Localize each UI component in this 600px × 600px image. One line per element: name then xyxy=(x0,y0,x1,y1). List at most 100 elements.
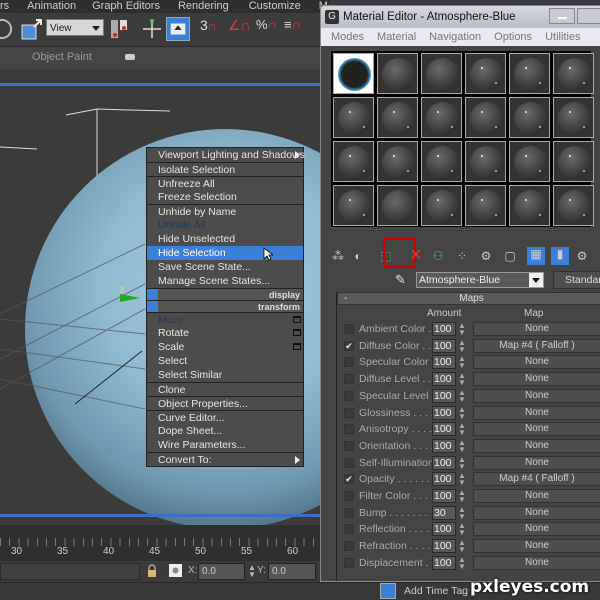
map-amount-field[interactable]: 100 xyxy=(432,338,456,353)
go-forward-to-sibling-icon[interactable]: ⚙ xyxy=(575,249,589,263)
x-spinner[interactable]: ▲ ▼ xyxy=(248,564,256,579)
amount-spinner[interactable]: ▲ ▼ xyxy=(458,555,466,570)
map-slot-button[interactable]: None xyxy=(473,438,600,453)
material-slot[interactable] xyxy=(333,97,374,138)
settings-box-icon[interactable] xyxy=(293,316,301,323)
menu-item[interactable]: rs xyxy=(0,0,17,13)
select-manipulate-icon[interactable] xyxy=(140,17,164,41)
material-slot[interactable] xyxy=(465,141,506,182)
map-amount-field[interactable]: 100 xyxy=(432,455,456,470)
menu-navigation[interactable]: Navigation xyxy=(429,28,481,46)
amount-spinner[interactable]: ▲ ▼ xyxy=(458,422,466,437)
show-end-result-icon[interactable]: ▦ xyxy=(527,247,545,265)
material-slot[interactable] xyxy=(377,53,418,94)
map-enable-checkbox[interactable] xyxy=(344,524,354,535)
menu-utilities[interactable]: Utilities xyxy=(545,28,580,46)
material-slot[interactable] xyxy=(465,53,506,94)
map-enable-checkbox[interactable] xyxy=(344,357,354,368)
scale-icon[interactable] xyxy=(20,17,44,41)
map-amount-field[interactable]: 100 xyxy=(432,388,456,403)
map-amount-field[interactable]: 100 xyxy=(432,355,456,370)
material-slot[interactable] xyxy=(421,185,462,226)
menu-dope-sheet[interactable]: Dope Sheet... xyxy=(147,424,303,438)
material-slot[interactable] xyxy=(377,141,418,182)
map-slot-button[interactable]: None xyxy=(473,372,600,387)
menu-wire-parameters[interactable]: Wire Parameters... xyxy=(147,438,303,452)
map-amount-field[interactable]: 100 xyxy=(432,405,456,420)
map-enable-checkbox[interactable] xyxy=(344,440,354,451)
reset-map-icon[interactable]: ✕ xyxy=(409,248,423,264)
menu-hide-unselected[interactable]: Hide Unselected xyxy=(147,232,303,246)
material-slot[interactable] xyxy=(465,185,506,226)
keyboard-shortcut-override-button[interactable] xyxy=(166,17,190,41)
maps-rollout-header[interactable]: - Maps xyxy=(337,292,600,305)
material-slot[interactable] xyxy=(377,97,418,138)
menu-rendering[interactable]: Rendering xyxy=(178,0,249,13)
menu-select[interactable]: Select xyxy=(147,354,303,368)
map-amount-field[interactable]: 100 xyxy=(432,555,456,570)
menu-options[interactable]: Options xyxy=(494,28,532,46)
ribbon-dropdown-icon[interactable] xyxy=(125,54,135,60)
menu-rotate[interactable]: Rotate xyxy=(147,326,303,340)
map-slot-button[interactable]: None xyxy=(473,422,600,437)
map-slot-button[interactable]: None xyxy=(473,555,600,570)
amount-spinner[interactable]: ▲ ▼ xyxy=(458,438,466,453)
amount-spinner[interactable]: ▲ ▼ xyxy=(458,355,466,370)
map-slot-button[interactable]: None xyxy=(473,388,600,403)
amount-spinner[interactable]: ▲ ▼ xyxy=(458,338,466,353)
map-enable-checkbox[interactable] xyxy=(344,374,354,385)
map-enable-checkbox[interactable] xyxy=(344,407,354,418)
map-amount-field[interactable]: 100 xyxy=(432,522,456,537)
snap-3d-button[interactable]: 3∩ xyxy=(200,17,224,41)
menu-modes[interactable]: Modes xyxy=(331,28,364,46)
settings-box-icon[interactable] xyxy=(293,329,301,336)
amount-spinner[interactable]: ▲ ▼ xyxy=(458,388,466,403)
map-enable-checkbox[interactable] xyxy=(344,557,354,568)
map-enable-checkbox[interactable] xyxy=(344,507,354,518)
show-map-in-viewport-icon[interactable]: ▢ xyxy=(503,249,517,263)
go-to-parent-icon[interactable]: ▮ xyxy=(551,247,569,265)
material-type-button[interactable]: Standard xyxy=(553,271,600,289)
material-slot[interactable] xyxy=(509,185,550,226)
undo-icon[interactable] xyxy=(0,17,16,41)
menu-isolate-selection[interactable]: Isolate Selection xyxy=(147,162,303,176)
timeline[interactable]: 30 35 40 45 50 55 60 xyxy=(0,525,320,561)
material-slot[interactable] xyxy=(509,53,550,94)
map-amount-field[interactable]: 30 xyxy=(432,505,456,520)
map-enable-checkbox[interactable] xyxy=(344,324,354,334)
map-enable-checkbox[interactable] xyxy=(344,424,354,435)
spinner-snap-button[interactable]: ≡∩ xyxy=(284,17,308,41)
material-slot[interactable] xyxy=(553,53,594,94)
percent-snap-button[interactable]: %∩ xyxy=(256,17,280,41)
map-slot-button[interactable]: None xyxy=(473,539,600,554)
map-enable-checkbox[interactable] xyxy=(344,541,354,552)
amount-spinner[interactable]: ▲ ▼ xyxy=(458,522,466,537)
menu-manage-scene-states[interactable]: Manage Scene States... xyxy=(147,274,303,288)
map-amount-field[interactable]: 100 xyxy=(432,422,456,437)
menu-unhide-by-name[interactable]: Unhide by Name xyxy=(147,204,303,218)
minimize-button[interactable] xyxy=(549,8,575,24)
menu-clone[interactable]: Clone xyxy=(147,382,303,396)
map-slot-button[interactable]: None xyxy=(473,455,600,470)
lock-icon[interactable] xyxy=(147,564,157,578)
put-to-scene-icon[interactable]: ◐ xyxy=(351,249,365,263)
material-slot[interactable] xyxy=(553,141,594,182)
menu-unfreeze-all[interactable]: Unfreeze All xyxy=(147,176,303,190)
material-editor-titlebar[interactable]: G Material Editor - Atmosphere-Blue xyxy=(321,6,600,28)
ribbon-tab-object-paint[interactable]: Object Paint xyxy=(32,51,92,63)
map-enable-checkbox[interactable]: ✔ xyxy=(344,474,354,485)
material-name-field[interactable]: Atmosphere-Blue xyxy=(416,272,544,288)
material-slot[interactable] xyxy=(553,97,594,138)
amount-spinner[interactable]: ▲ ▼ xyxy=(458,539,466,554)
add-time-tag[interactable]: Add Time Tag xyxy=(380,582,470,600)
angle-snap-button[interactable]: ∠∩ xyxy=(228,17,252,41)
map-enable-checkbox[interactable] xyxy=(344,390,354,401)
menu-material[interactable]: Material xyxy=(377,28,416,46)
maximize-button[interactable] xyxy=(577,8,600,24)
map-slot-button[interactable]: Map #4 ( Falloff ) xyxy=(473,472,600,487)
material-slot[interactable] xyxy=(333,141,374,182)
menu-convert-to[interactable]: Convert To: xyxy=(147,452,303,466)
reference-coord-select[interactable]: View xyxy=(46,19,104,36)
material-slot[interactable] xyxy=(509,141,550,182)
menu-save-scene-state[interactable]: Save Scene State... xyxy=(147,260,303,274)
